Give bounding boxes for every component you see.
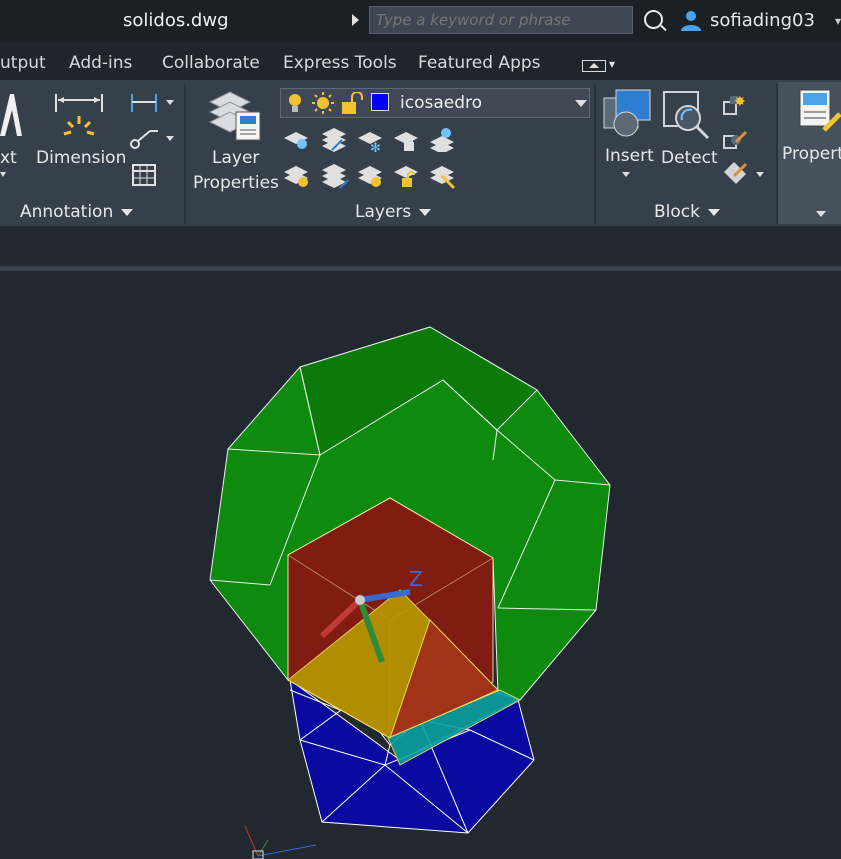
- layer-color-swatch: [371, 93, 389, 111]
- layer-walk-icon: [322, 164, 349, 189]
- chevron-down-icon[interactable]: [0, 172, 6, 178]
- layer-isolate-icon: [322, 128, 346, 152]
- ucs-z-label: Z: [409, 567, 423, 591]
- unlock-icon: [342, 92, 363, 114]
- chevron-down-icon[interactable]: [816, 211, 826, 217]
- properties-icon[interactable]: [798, 88, 841, 134]
- panel-divider: [594, 84, 596, 224]
- attribute-icon: [724, 162, 764, 184]
- layer-unlock-icon: [394, 166, 418, 187]
- layer-tools-row-2[interactable]: [282, 162, 458, 190]
- drawing-viewport[interactable]: Z: [0, 271, 841, 859]
- chevron-down-icon[interactable]: [575, 100, 587, 107]
- properties-button[interactable]: Propert: [782, 144, 841, 164]
- tab-collaborate[interactable]: Collaborate: [162, 53, 260, 73]
- block-tools-icons[interactable]: ✸: [722, 92, 770, 192]
- ribbon-minimize-icon[interactable]: [582, 60, 606, 72]
- layer-merge-icon: [430, 166, 456, 190]
- panel-divider: [184, 84, 186, 224]
- dimension-icon[interactable]: [54, 92, 104, 138]
- username[interactable]: sofiading03: [710, 10, 815, 31]
- layer-properties-icon[interactable]: [206, 88, 262, 144]
- layer-properties-label-2[interactable]: Properties: [193, 173, 279, 193]
- user-icon[interactable]: [680, 9, 702, 31]
- current-layer-name[interactable]: icosaedro: [400, 93, 482, 113]
- layers-panel-title[interactable]: Layers: [355, 202, 432, 222]
- insert-block-icon[interactable]: [602, 88, 654, 138]
- sun-icon: [312, 92, 334, 114]
- create-block-icon: ✸: [723, 94, 746, 115]
- leader-icon[interactable]: [130, 126, 178, 150]
- annotation-panel-title[interactable]: Annotation: [20, 202, 134, 222]
- title-arrow-icon[interactable]: [352, 14, 359, 26]
- layer-state-icons: [289, 92, 363, 114]
- world-ucs-icon: [244, 825, 317, 859]
- svg-text:✸: ✸: [734, 94, 746, 110]
- tab-featured-apps[interactable]: Featured Apps: [418, 53, 541, 73]
- chevron-down-icon[interactable]: [622, 172, 630, 177]
- table-icon[interactable]: [132, 164, 156, 186]
- layer-match-icon: [430, 128, 454, 152]
- insert-button[interactable]: Insert: [605, 146, 654, 166]
- layer-thaw-icon: [358, 166, 382, 187]
- tab-express-tools[interactable]: Express Tools: [283, 53, 397, 73]
- detect-icon[interactable]: [662, 90, 712, 140]
- linear-dimension-icon[interactable]: [130, 92, 178, 114]
- document-title: solidos.dwg: [123, 10, 229, 31]
- lightbulb-icon: [289, 94, 301, 112]
- layer-freeze-icon: ✻: [358, 132, 382, 152]
- svg-text:✻: ✻: [370, 141, 381, 152]
- detect-button[interactable]: Detect: [661, 148, 718, 168]
- dimension-button[interactable]: Dimension: [36, 148, 126, 168]
- chevron-down-icon[interactable]: ▾: [835, 14, 841, 28]
- chevron-down-icon[interactable]: ▾: [609, 57, 615, 71]
- layer-tools-row-1[interactable]: ✻: [282, 126, 458, 152]
- text-icon[interactable]: [0, 92, 22, 138]
- edit-block-icon: [723, 130, 748, 149]
- layer-properties-label-1[interactable]: Layer: [212, 148, 259, 168]
- block-panel-title[interactable]: Block: [654, 202, 720, 222]
- layer-on-icon: [284, 166, 308, 187]
- text-button[interactable]: xt: [0, 148, 17, 168]
- search-icon[interactable]: [644, 10, 663, 29]
- layer-off-icon: [284, 132, 308, 149]
- search-input[interactable]: [369, 6, 633, 34]
- tab-output[interactable]: utput: [0, 53, 46, 73]
- tab-add-ins[interactable]: Add-ins: [69, 53, 132, 73]
- layer-lock-icon: [394, 132, 418, 151]
